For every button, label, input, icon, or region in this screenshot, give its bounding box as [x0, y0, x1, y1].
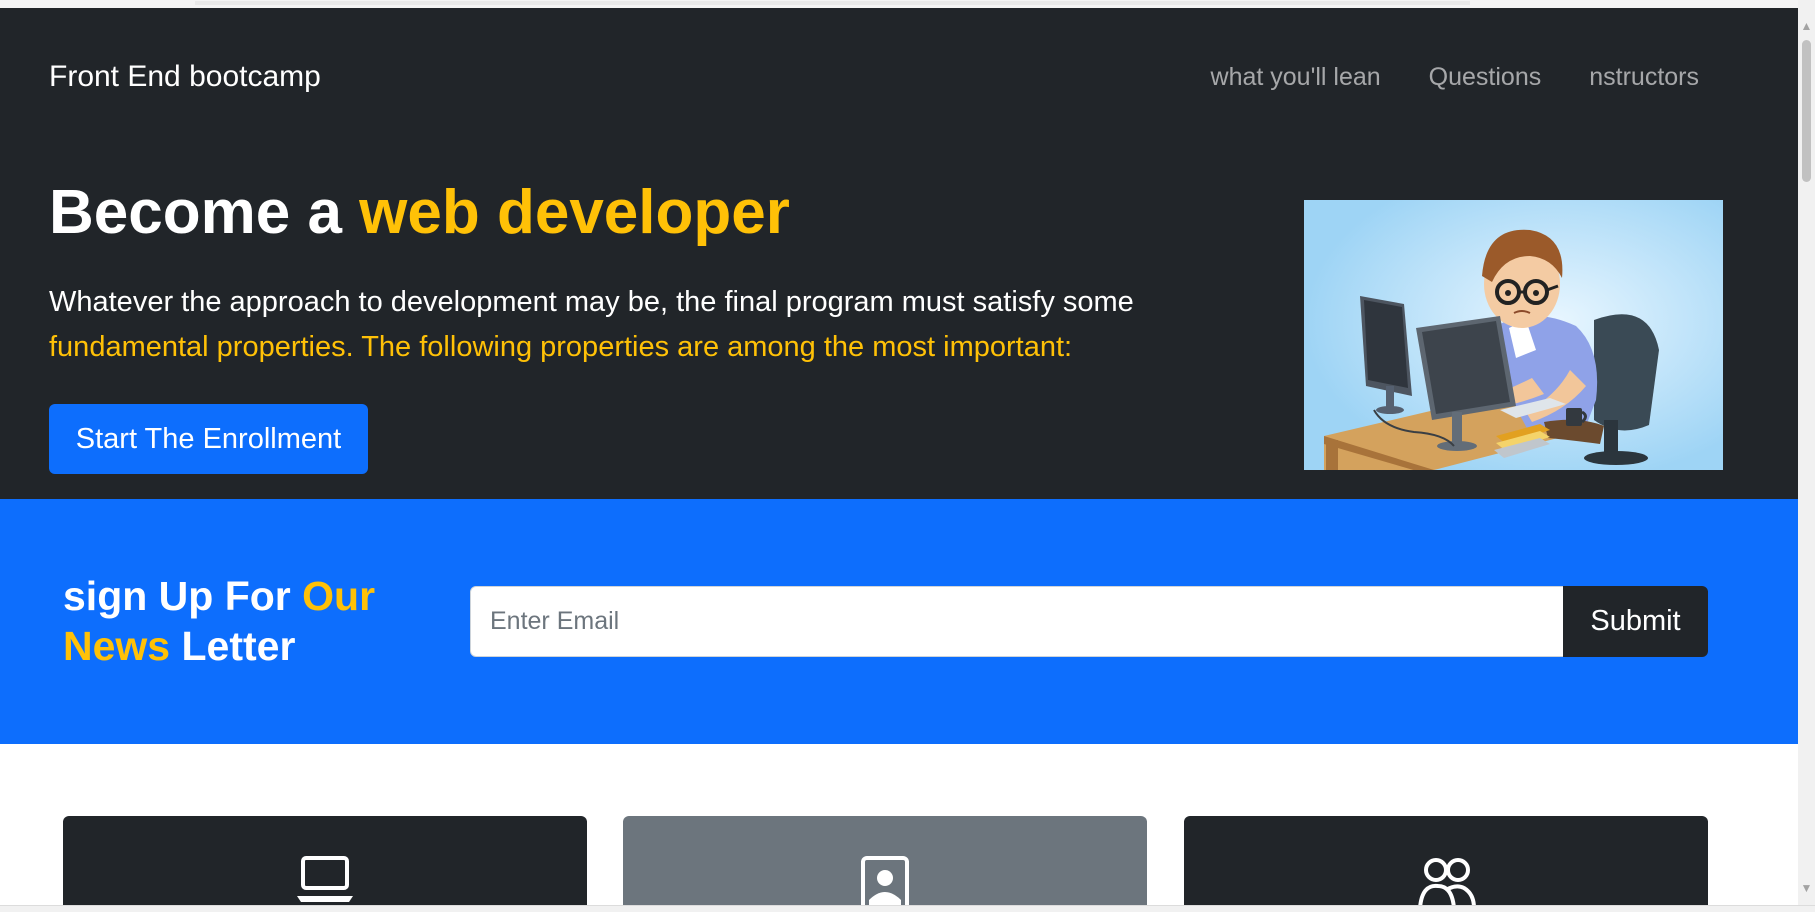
bottom-strip [0, 905, 1815, 912]
hero-title-highlight: web developer [359, 178, 790, 247]
vertical-scrollbar[interactable]: ▲ ▼ [1798, 0, 1815, 905]
nav-link-questions[interactable]: Questions [1429, 63, 1542, 92]
nav-link-instructors[interactable]: nstructors [1589, 63, 1699, 92]
hero-lead-highlight: fundamental properties. The following pr… [49, 331, 1073, 363]
feature-card-person [623, 816, 1147, 912]
newsletter-section: sign Up For OurNews Letter Submit [0, 499, 1798, 744]
scrollbar-thumb[interactable] [1802, 40, 1811, 182]
scroll-down-arrow-icon[interactable]: ▼ [1800, 880, 1813, 897]
feature-card-people [1184, 816, 1708, 912]
hero-lead: Whatever the approach to development may… [49, 286, 1134, 363]
start-enrollment-button[interactable]: Start The Enrollment [49, 404, 368, 474]
nav-link-what-youll-learn[interactable]: what you'll lean [1211, 63, 1381, 92]
hero-section: Front End bootcamp what you'll lean Ques… [0, 8, 1798, 499]
navbar-brand[interactable]: Front End bootcamp [49, 60, 321, 94]
navbar: Front End bootcamp what you'll lean Ques… [0, 8, 1798, 144]
top-strip [0, 0, 1798, 8]
nav-links: what you'll lean Questions nstructors [1211, 63, 1699, 92]
developer-illustration [1304, 200, 1723, 470]
hero-title: Become a web developer [49, 178, 790, 247]
newsletter-title: sign Up For Our News Letter [63, 573, 376, 669]
scroll-up-arrow-icon[interactable]: ▲ [1800, 18, 1813, 35]
laptop-icon [297, 856, 353, 902]
people-icon [1418, 858, 1476, 909]
submit-button[interactable]: Submit [1563, 586, 1708, 657]
email-input[interactable] [470, 586, 1564, 657]
feature-card-laptop [63, 816, 587, 912]
browser-viewport: Front End bootcamp what you'll lean Ques… [0, 0, 1815, 912]
features-cards-section [0, 744, 1798, 912]
developer-at-computer-icon [1304, 200, 1723, 470]
person-badge-icon [861, 856, 909, 912]
